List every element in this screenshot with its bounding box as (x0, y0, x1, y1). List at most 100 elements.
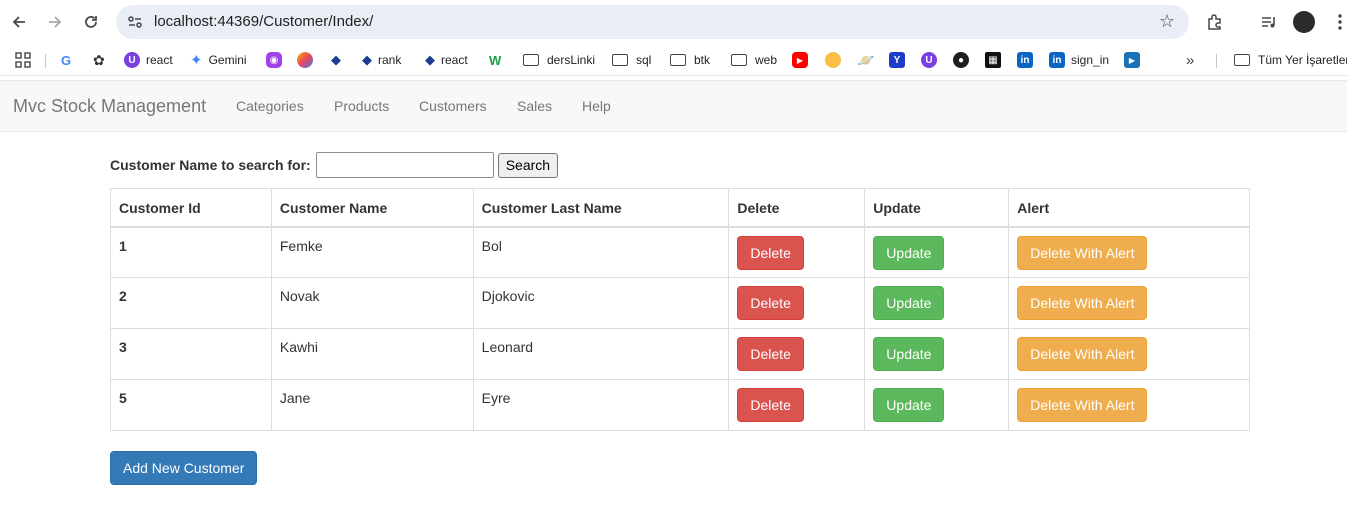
table-header-row: Customer Id Customer Name Customer Last … (110, 188, 1250, 228)
folder-icon (612, 54, 628, 66)
cell-customer-name: Novak (270, 277, 474, 329)
youtube-icon[interactable]: ▶ (792, 50, 814, 70)
nav-link-products[interactable]: Products (334, 98, 389, 114)
diamond-app-icon[interactable]: ◆ (331, 50, 341, 70)
site-settings-icon[interactable] (126, 13, 144, 31)
header-delete: Delete (728, 188, 866, 228)
address-bar[interactable]: localhost:44369/Customer/Index/ ☆ (116, 5, 1189, 39)
cell-alert: Delete With Alert (1008, 277, 1250, 329)
cell-customer-id: 3 (110, 328, 272, 380)
profile-avatar[interactable] (1292, 10, 1316, 34)
folder-icon (523, 54, 539, 66)
brand-link[interactable]: Mvc Stock Management (13, 96, 206, 117)
cell-customer-id: 2 (110, 277, 272, 329)
update-button[interactable]: Update (873, 235, 945, 270)
delete-button[interactable]: Delete (737, 286, 804, 320)
update-button[interactable]: Update (873, 388, 945, 422)
cell-customer-name: Femke (270, 226, 474, 278)
bookmark-star-icon[interactable]: ☆ (1159, 11, 1175, 32)
bookmark-label: Gemini (208, 53, 247, 67)
header-customer-name: Customer Name (270, 188, 474, 228)
planet-icon[interactable]: 🪐 (857, 50, 874, 70)
apps-grid-icon[interactable] (15, 50, 31, 70)
delete-button[interactable]: Delete (737, 235, 804, 270)
nav-link-sales[interactable]: Sales (517, 98, 552, 114)
cell-delete: Delete (728, 379, 866, 431)
table-row: 1 Femke Bol Delete Update Delete With Al… (110, 226, 1250, 278)
update-button[interactable]: Update (873, 286, 945, 320)
nav-link-categories[interactable]: Categories (236, 98, 304, 114)
delete-with-alert-button[interactable]: Delete With Alert (1017, 286, 1148, 320)
search-label: Customer Name to search for: (110, 157, 311, 173)
yellow-circle-icon[interactable] (825, 50, 847, 70)
cell-customer-name: Kawhi (270, 328, 474, 380)
search-input[interactable] (315, 152, 494, 178)
media-control-icon[interactable] (1257, 10, 1281, 34)
nav-link-customers[interactable]: Customers (419, 98, 487, 114)
github-icon[interactable]: ● (953, 50, 975, 70)
search-form: Customer Name to search for: Search (110, 152, 559, 178)
cell-customer-name: Jane (270, 379, 474, 431)
url-text[interactable]: localhost:44369/Customer/Index/ (154, 13, 373, 30)
folder-icon (670, 54, 686, 66)
back-arrow-icon[interactable] (7, 10, 31, 34)
bookmarks-bar: G ✿ U react ✦ Gemini ◉ ◆ ◆ rank ◆ react … (0, 44, 1347, 76)
cell-customer-id: 5 (110, 379, 272, 431)
browser-toolbar: localhost:44369/Customer/Index/ ☆ (0, 0, 1347, 44)
cell-update: Update (864, 277, 1010, 329)
add-new-customer-button[interactable]: Add New Customer (110, 451, 258, 485)
bookmark-label: sign_in (1071, 53, 1110, 67)
delete-with-alert-button[interactable]: Delete With Alert (1017, 235, 1148, 270)
colorful-app-icon[interactable] (297, 50, 319, 70)
bookmark-react-1[interactable]: U react (124, 50, 173, 70)
table-row: 3 Kawhi Leonard Delete Update Delete Wit… (110, 328, 1250, 380)
extensions-icon[interactable] (1203, 10, 1227, 34)
cell-alert: Delete With Alert (1008, 328, 1250, 380)
linkedin-icon[interactable]: in (1017, 50, 1039, 70)
bookmark-label: react (441, 53, 468, 67)
other-bookmarks[interactable]: Tüm Yer İşaretleri (1234, 50, 1347, 70)
folder-icon (731, 54, 747, 66)
bookmark-sign-in[interactable]: in sign_in (1049, 50, 1109, 70)
nav-link-help[interactable]: Help (582, 98, 611, 114)
qr-app-icon[interactable]: ▦ (985, 50, 1007, 70)
copilot-icon[interactable]: ◉ (266, 50, 288, 70)
bookmark-btk[interactable]: btk (670, 50, 710, 70)
cell-customer-last-name: Bol (472, 226, 730, 278)
search-button[interactable]: Search (497, 152, 559, 178)
app-navbar: Mvc Stock Management Categories Products… (0, 80, 1347, 132)
delete-with-alert-button[interactable]: Delete With Alert (1017, 337, 1148, 371)
header-update: Update (864, 188, 1010, 228)
customers-table: Customer Id Customer Name Customer Last … (110, 188, 1250, 431)
delete-button[interactable]: Delete (737, 337, 804, 371)
bookmark-gemini[interactable]: ✦ Gemini (190, 50, 247, 70)
linkedin-icon: in (1049, 52, 1065, 68)
openai-icon[interactable]: ✿ (93, 50, 105, 70)
cell-customer-last-name: Leonard (472, 328, 730, 380)
menu-kebab-icon[interactable] (1328, 10, 1347, 34)
cell-customer-id: 1 (110, 226, 272, 278)
google-icon[interactable]: G (61, 50, 71, 70)
update-button[interactable]: Update (873, 337, 945, 371)
w-app-icon[interactable]: W (489, 50, 501, 70)
purple-u-icon[interactable]: U (921, 50, 943, 70)
cell-update: Update (864, 226, 1010, 278)
cell-delete: Delete (728, 277, 866, 329)
purple-u-icon: U (124, 52, 140, 68)
header-customer-last-name: Customer Last Name (472, 188, 730, 228)
forward-arrow-icon[interactable] (43, 10, 67, 34)
cell-delete: Delete (728, 226, 866, 278)
more-bookmarks-chevron-icon[interactable]: » (1186, 50, 1194, 70)
bookmark-rank[interactable]: ◆ rank (362, 50, 401, 70)
bookmark-react-2[interactable]: ◆ react (425, 50, 468, 70)
bookmark-sql[interactable]: sql (612, 50, 651, 70)
header-alert: Alert (1008, 188, 1250, 228)
delete-button[interactable]: Delete (737, 388, 804, 422)
reload-icon[interactable] (79, 10, 103, 34)
video-app-icon[interactable]: ▶ (1124, 50, 1146, 70)
bookmark-derslinki[interactable]: dersLinki (523, 50, 595, 70)
y-app-icon[interactable]: Y (889, 50, 911, 70)
delete-with-alert-button[interactable]: Delete With Alert (1017, 388, 1148, 422)
bookmark-web[interactable]: web (731, 50, 777, 70)
table-row: 5 Jane Eyre Delete Update Delete With Al… (110, 379, 1250, 431)
